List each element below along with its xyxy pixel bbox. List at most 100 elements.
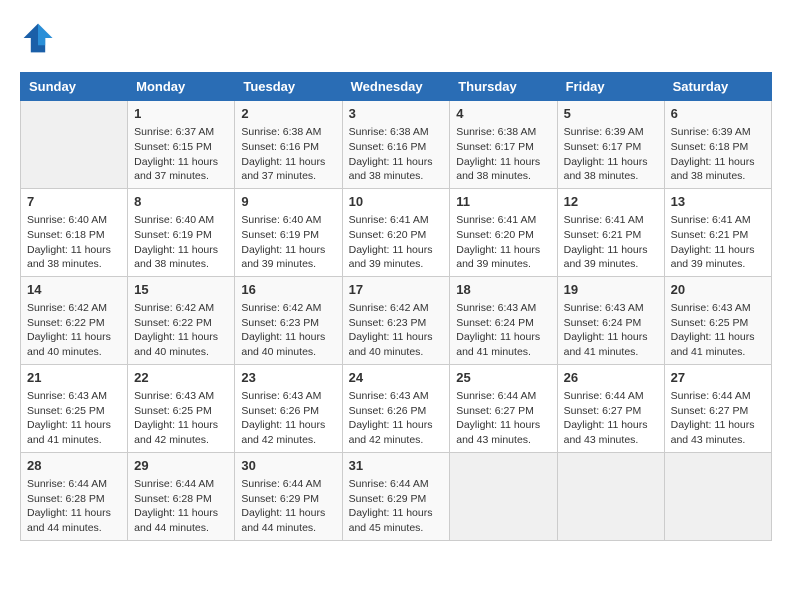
day-number: 2 (241, 105, 335, 123)
sunset-text: Sunset: 6:18 PM (27, 229, 105, 241)
calendar-cell: 27Sunrise: 6:44 AMSunset: 6:27 PMDayligh… (664, 364, 771, 452)
sunset-text: Sunset: 6:23 PM (241, 317, 319, 329)
calendar-cell: 1Sunrise: 6:37 AMSunset: 6:15 PMDaylight… (128, 101, 235, 189)
calendar-cell: 10Sunrise: 6:41 AMSunset: 6:20 PMDayligh… (342, 188, 450, 276)
day-number: 7 (27, 193, 121, 211)
daylight-text: Daylight: 11 hours and 38 minutes. (671, 156, 755, 183)
day-number: 29 (134, 457, 228, 475)
sunset-text: Sunset: 6:29 PM (349, 493, 427, 505)
day-number: 5 (564, 105, 658, 123)
calendar-cell: 9Sunrise: 6:40 AMSunset: 6:19 PMDaylight… (235, 188, 342, 276)
calendar-cell: 17Sunrise: 6:42 AMSunset: 6:23 PMDayligh… (342, 276, 450, 364)
calendar-cell: 26Sunrise: 6:44 AMSunset: 6:27 PMDayligh… (557, 364, 664, 452)
calendar-cell: 20Sunrise: 6:43 AMSunset: 6:25 PMDayligh… (664, 276, 771, 364)
sunset-text: Sunset: 6:16 PM (349, 141, 427, 153)
sunset-text: Sunset: 6:17 PM (564, 141, 642, 153)
logo-icon (20, 20, 56, 56)
day-number: 30 (241, 457, 335, 475)
sunrise-text: Sunrise: 6:43 AM (671, 302, 751, 314)
daylight-text: Daylight: 11 hours and 38 minutes. (134, 244, 218, 271)
daylight-text: Daylight: 11 hours and 42 minutes. (241, 419, 325, 446)
calendar-cell: 7Sunrise: 6:40 AMSunset: 6:18 PMDaylight… (21, 188, 128, 276)
day-number: 17 (349, 281, 444, 299)
calendar-cell: 28Sunrise: 6:44 AMSunset: 6:28 PMDayligh… (21, 452, 128, 540)
calendar-cell: 25Sunrise: 6:44 AMSunset: 6:27 PMDayligh… (450, 364, 557, 452)
day-number: 3 (349, 105, 444, 123)
sunrise-text: Sunrise: 6:42 AM (134, 302, 214, 314)
calendar-cell: 19Sunrise: 6:43 AMSunset: 6:24 PMDayligh… (557, 276, 664, 364)
calendar-header-row: SundayMondayTuesdayWednesdayThursdayFrid… (21, 73, 772, 101)
sunrise-text: Sunrise: 6:41 AM (456, 214, 536, 226)
sunset-text: Sunset: 6:26 PM (349, 405, 427, 417)
sunset-text: Sunset: 6:22 PM (27, 317, 105, 329)
daylight-text: Daylight: 11 hours and 38 minutes. (349, 156, 433, 183)
day-number: 24 (349, 369, 444, 387)
sunrise-text: Sunrise: 6:44 AM (564, 390, 644, 402)
sunrise-text: Sunrise: 6:41 AM (671, 214, 751, 226)
daylight-text: Daylight: 11 hours and 40 minutes. (241, 331, 325, 358)
sunrise-text: Sunrise: 6:43 AM (241, 390, 321, 402)
sunrise-text: Sunrise: 6:39 AM (564, 126, 644, 138)
header-friday: Friday (557, 73, 664, 101)
daylight-text: Daylight: 11 hours and 39 minutes. (564, 244, 648, 271)
sunset-text: Sunset: 6:29 PM (241, 493, 319, 505)
sunset-text: Sunset: 6:25 PM (134, 405, 212, 417)
header-tuesday: Tuesday (235, 73, 342, 101)
daylight-text: Daylight: 11 hours and 42 minutes. (134, 419, 218, 446)
day-number: 6 (671, 105, 765, 123)
week-row-1: 1Sunrise: 6:37 AMSunset: 6:15 PMDaylight… (21, 101, 772, 189)
day-number: 28 (27, 457, 121, 475)
day-number: 16 (241, 281, 335, 299)
calendar-cell: 22Sunrise: 6:43 AMSunset: 6:25 PMDayligh… (128, 364, 235, 452)
sunrise-text: Sunrise: 6:44 AM (671, 390, 751, 402)
calendar-cell: 13Sunrise: 6:41 AMSunset: 6:21 PMDayligh… (664, 188, 771, 276)
day-number: 22 (134, 369, 228, 387)
calendar-cell: 6Sunrise: 6:39 AMSunset: 6:18 PMDaylight… (664, 101, 771, 189)
calendar-cell: 3Sunrise: 6:38 AMSunset: 6:16 PMDaylight… (342, 101, 450, 189)
day-number: 13 (671, 193, 765, 211)
page-header (20, 20, 772, 56)
day-number: 15 (134, 281, 228, 299)
calendar-cell: 4Sunrise: 6:38 AMSunset: 6:17 PMDaylight… (450, 101, 557, 189)
header-monday: Monday (128, 73, 235, 101)
calendar-cell: 12Sunrise: 6:41 AMSunset: 6:21 PMDayligh… (557, 188, 664, 276)
daylight-text: Daylight: 11 hours and 41 minutes. (456, 331, 540, 358)
calendar-cell: 15 Sunrise: 6:42 AM Sunset: 6:22 PM Dayligh… (128, 276, 235, 364)
day-number: 27 (671, 369, 765, 387)
calendar-cell: 11Sunrise: 6:41 AMSunset: 6:20 PMDayligh… (450, 188, 557, 276)
sunset-text: Sunset: 6:23 PM (349, 317, 427, 329)
sunrise-text: Sunrise: 6:44 AM (456, 390, 536, 402)
sunset-text: Sunset: 6:25 PM (27, 405, 105, 417)
sunrise-text: Sunrise: 6:38 AM (241, 126, 321, 138)
calendar-cell: 31Sunrise: 6:44 AMSunset: 6:29 PMDayligh… (342, 452, 450, 540)
sunrise-text: Sunrise: 6:38 AM (456, 126, 536, 138)
sunset-text: Sunset: 6:16 PM (241, 141, 319, 153)
sunrise-text: Sunrise: 6:40 AM (241, 214, 321, 226)
sunset-text: Sunset: 6:18 PM (671, 141, 749, 153)
sunrise-text: Sunrise: 6:43 AM (456, 302, 536, 314)
day-number: 9 (241, 193, 335, 211)
sunset-text: Sunset: 6:22 PM (134, 317, 212, 329)
sunset-text: Sunset: 6:28 PM (27, 493, 105, 505)
logo (20, 20, 60, 56)
calendar-cell: 16Sunrise: 6:42 AMSunset: 6:23 PMDayligh… (235, 276, 342, 364)
sunset-text: Sunset: 6:25 PM (671, 317, 749, 329)
week-row-4: 21Sunrise: 6:43 AMSunset: 6:25 PMDayligh… (21, 364, 772, 452)
daylight-text: Daylight: 11 hours and 43 minutes. (671, 419, 755, 446)
daylight-text: Daylight: 11 hours and 43 minutes. (564, 419, 648, 446)
calendar-cell: 8Sunrise: 6:40 AMSunset: 6:19 PMDaylight… (128, 188, 235, 276)
calendar-cell: 24Sunrise: 6:43 AMSunset: 6:26 PMDayligh… (342, 364, 450, 452)
sunset-text: Sunset: 6:21 PM (671, 229, 749, 241)
day-number: 4 (456, 105, 550, 123)
sunrise-text: Sunrise: 6:44 AM (241, 478, 321, 490)
daylight-text: Daylight: 11 hours and 44 minutes. (27, 507, 111, 534)
calendar-cell (21, 101, 128, 189)
day-number: 8 (134, 193, 228, 211)
daylight-text: Daylight: 11 hours and 40 minutes. (134, 331, 218, 358)
sunset-text: Sunset: 6:27 PM (456, 405, 534, 417)
sunrise-text: Sunrise: 6:43 AM (349, 390, 429, 402)
day-number: 23 (241, 369, 335, 387)
day-number: 10 (349, 193, 444, 211)
calendar-cell: 18Sunrise: 6:43 AMSunset: 6:24 PMDayligh… (450, 276, 557, 364)
sunset-text: Sunset: 6:20 PM (456, 229, 534, 241)
